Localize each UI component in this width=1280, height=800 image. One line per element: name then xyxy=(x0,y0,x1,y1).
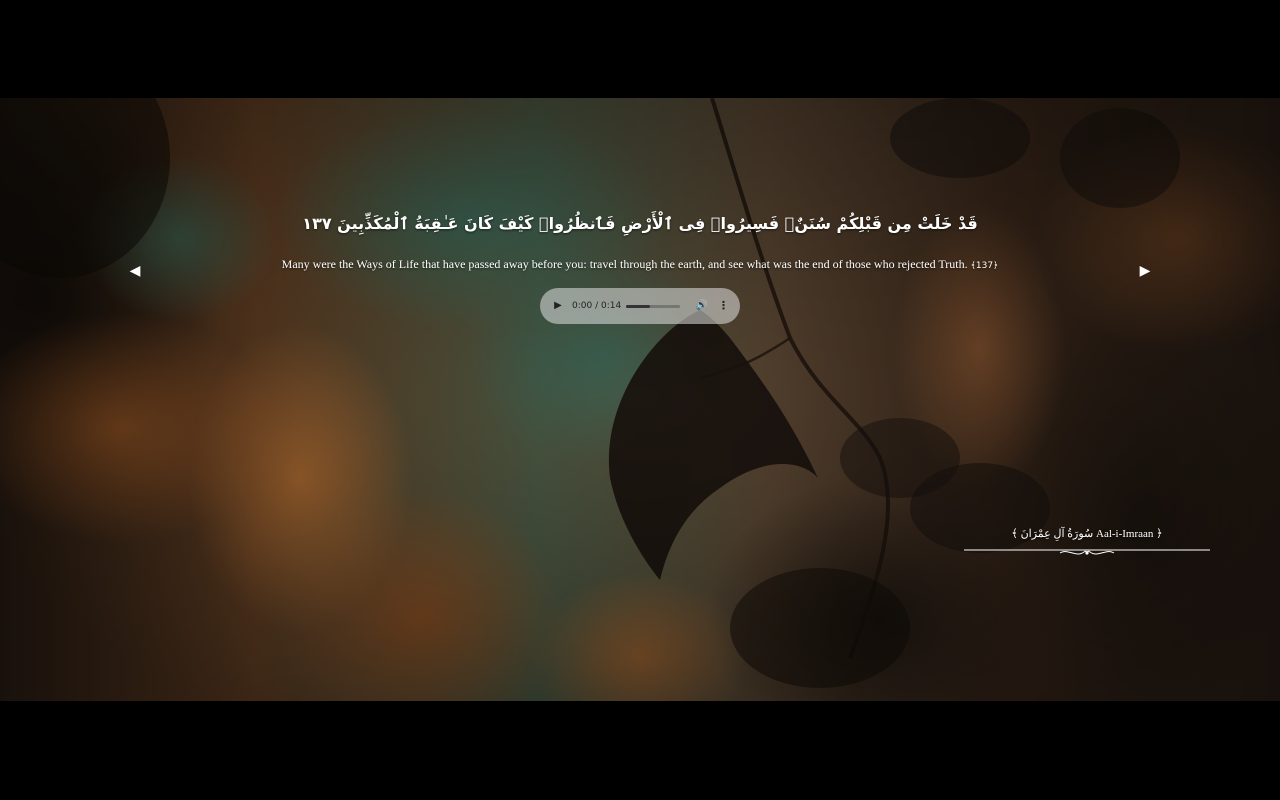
vignette-overlay xyxy=(0,98,1280,701)
audio-player: ▶ 0:00 / 0:14 🔊 ⋮ xyxy=(540,288,740,324)
more-options-button[interactable]: ⋮ xyxy=(718,298,729,314)
triangle-left-icon: ◀ xyxy=(129,263,141,279)
letterbox-top xyxy=(0,0,1280,98)
surah-title: ﴾ سُورَةُ آلِ عِمْرَانَ Aal-i-Imraan ﴿ xyxy=(1011,528,1163,540)
surah-name-block: ﴾ سُورَةُ آلِ عِمْرَانَ Aal-i-Imraan ﴿ xyxy=(964,527,1210,560)
audio-seek-bar[interactable] xyxy=(626,304,680,308)
verse-arabic-text: قَدْ خَلَتْ مِن قَبْلِكُمْ سُنَنٌۭ فَسِي… xyxy=(302,214,978,233)
audio-seek-progress xyxy=(626,304,651,308)
ornamental-divider-icon xyxy=(964,549,1210,555)
background-photo xyxy=(0,98,1280,701)
next-verse-button[interactable]: ▶ xyxy=(1136,262,1154,280)
ayah-number: ﴾137﴿ xyxy=(970,261,999,271)
verse-translation: Many were the Ways of Life that have pas… xyxy=(200,257,1080,272)
verse-translation-text: Many were the Ways of Life that have pas… xyxy=(281,257,968,271)
triangle-right-icon: ▶ xyxy=(1139,263,1151,279)
audio-time: 0:00 / 0:14 xyxy=(572,301,622,311)
letterbox-bottom xyxy=(0,701,1280,800)
volume-button[interactable]: 🔊 xyxy=(694,298,710,314)
speaker-icon: 🔊 xyxy=(695,300,709,311)
play-button[interactable]: ▶ xyxy=(550,298,566,314)
play-icon: ▶ xyxy=(554,300,562,311)
previous-verse-button[interactable]: ◀ xyxy=(126,262,144,280)
kebab-menu-icon: ⋮ xyxy=(718,299,729,312)
